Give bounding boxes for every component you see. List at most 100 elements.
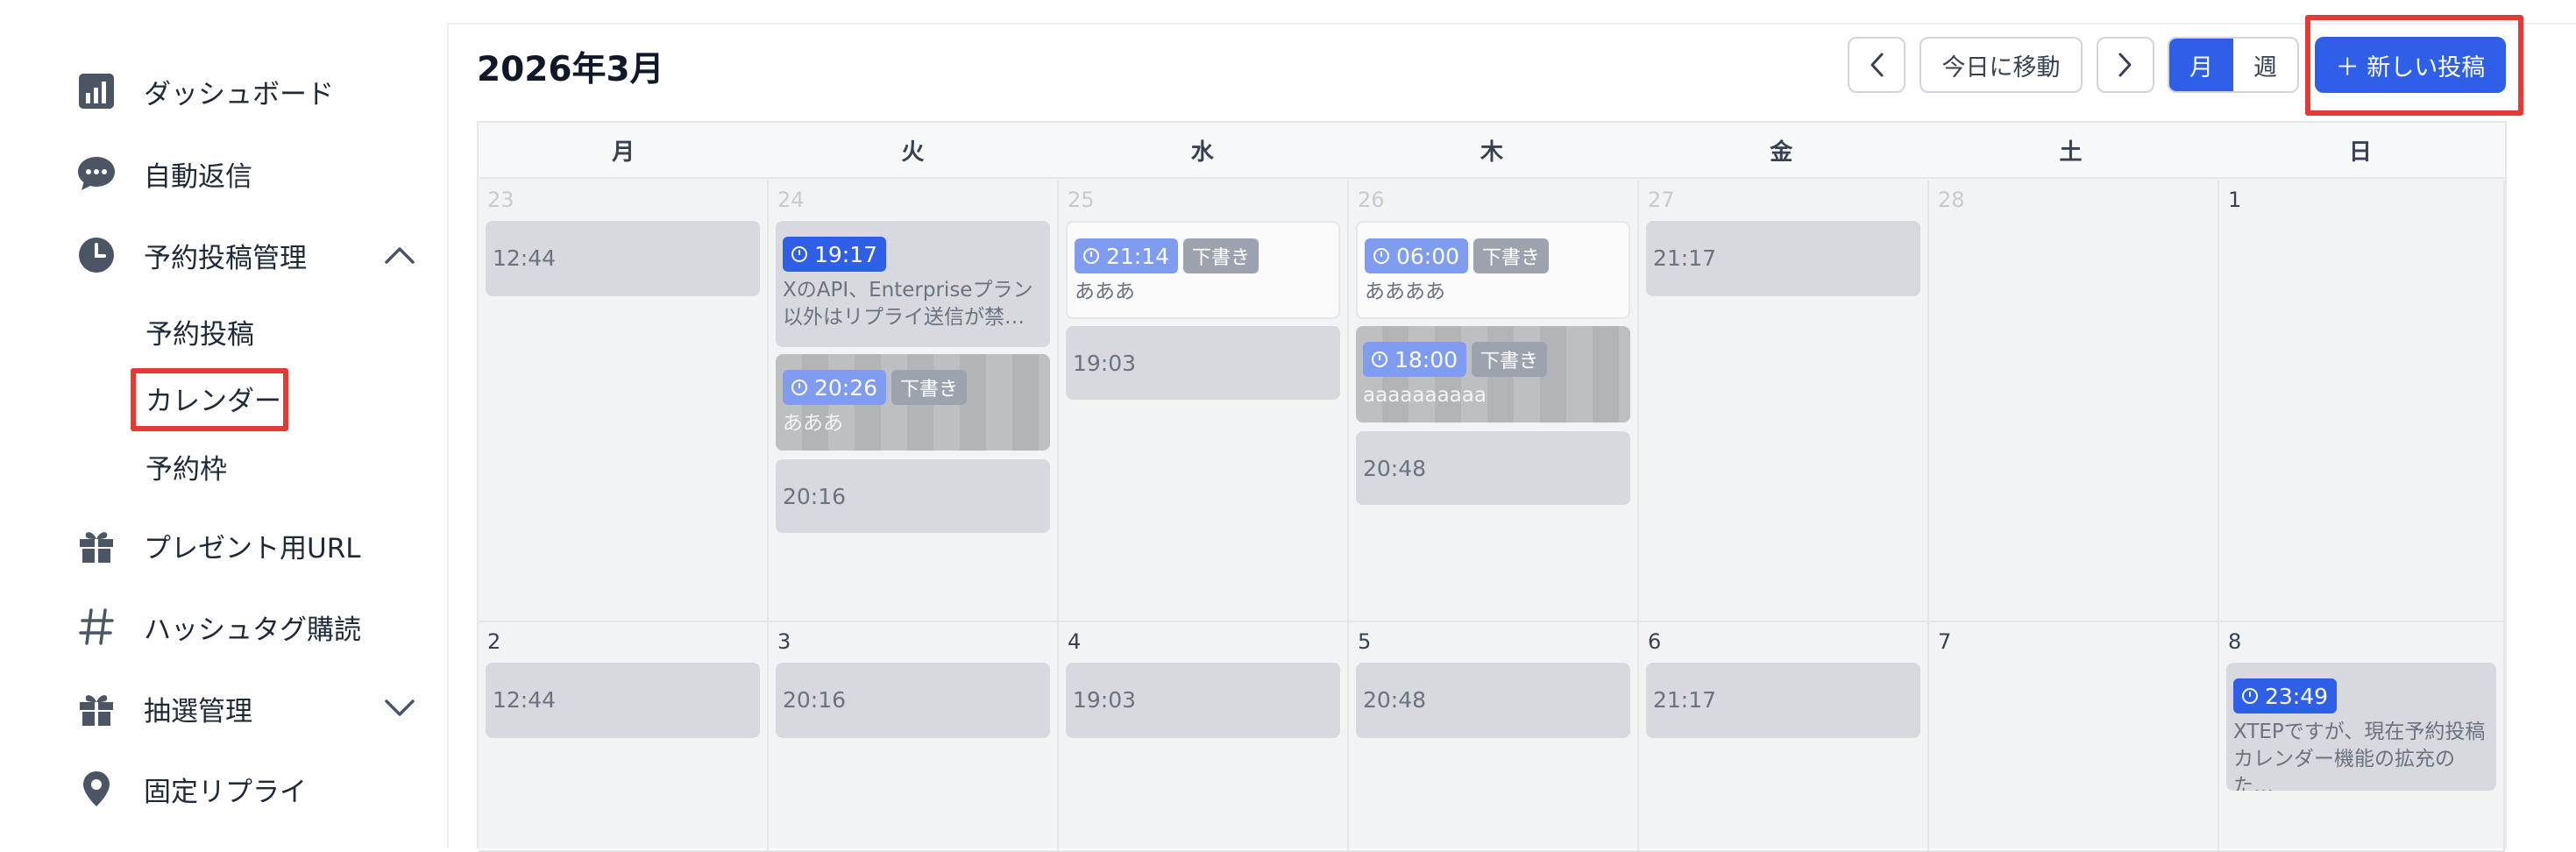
- next-month-button[interactable]: [2097, 37, 2154, 93]
- sidebar-item-lottery[interactable]: 抽選管理: [75, 684, 252, 733]
- event-text: あああ: [1075, 280, 1135, 303]
- day-cell[interactable]: 27 21:17: [1639, 181, 1929, 622]
- event-time: 20:48: [1363, 686, 1427, 713]
- event-item[interactable]: 20:48: [1356, 431, 1630, 505]
- clock-icon: [1372, 351, 1387, 367]
- location-pin-icon: [75, 768, 117, 810]
- event-time: 21:17: [1653, 245, 1717, 271]
- event-time: 20:26: [814, 374, 878, 401]
- sidebar: ダッシュボード 自動返信 予約投稿管理 予約投稿 カレンダー 予約枠 プレゼント…: [0, 0, 447, 848]
- draft-badge: 下書き: [1183, 238, 1260, 273]
- clock-icon: [1373, 248, 1389, 264]
- event-item[interactable]: 20:16: [776, 663, 1050, 738]
- bar-chart-icon: [75, 70, 117, 112]
- highlight-box-calendar: [131, 368, 288, 431]
- event-time-chip: 20:26: [783, 370, 887, 405]
- page-title: 2026年3月: [477, 50, 664, 89]
- sidebar-item-label: 自動返信: [144, 160, 252, 193]
- sidebar-subitem-schedule-slots[interactable]: 予約枠: [145, 447, 227, 486]
- event-time: 20:48: [1363, 455, 1427, 481]
- day-cell[interactable]: 28: [1929, 181, 2219, 622]
- event-time: 12:44: [493, 686, 557, 713]
- event-time: 12:44: [493, 245, 557, 271]
- day-cell[interactable]: 6 21:17: [1639, 622, 1929, 852]
- chevron-right-icon: [2118, 53, 2132, 77]
- hashtag-icon: [75, 606, 117, 648]
- day-number: 24: [777, 188, 805, 212]
- prev-month-button[interactable]: [1848, 37, 1905, 93]
- event-item[interactable]: 12:44: [486, 221, 760, 296]
- clock-icon: [791, 246, 807, 262]
- event-item[interactable]: 18:00 下書き aaaaaaaaaa: [1356, 326, 1630, 422]
- event-time: 20:16: [783, 483, 847, 509]
- sidebar-item-pinned-reply[interactable]: 固定リプライ: [75, 764, 307, 813]
- sidebar-item-label: 予約投稿管理: [144, 242, 307, 274]
- event-time-chip: 06:00: [1365, 238, 1469, 273]
- weekday-fri: 金: [1770, 138, 1793, 166]
- event-time-chip: 21:14: [1075, 238, 1179, 273]
- chevron-up-icon[interactable]: [382, 238, 417, 273]
- event-item[interactable]: 19:03: [1066, 663, 1340, 738]
- day-number: 1: [2228, 188, 2242, 212]
- event-item[interactable]: 06:00 下書き ああああ: [1356, 221, 1630, 319]
- day-cell[interactable]: 4 19:03: [1059, 622, 1349, 852]
- event-text: ああああ: [1365, 280, 1445, 303]
- event-item[interactable]: 21:14 下書き あああ: [1066, 221, 1340, 319]
- sidebar-item-scheduled-posts[interactable]: 予約投稿管理: [75, 231, 307, 280]
- day-cell[interactable]: 2 12:44: [479, 622, 769, 852]
- clock-icon: [1083, 248, 1099, 264]
- event-item[interactable]: 19:17 XのAPI、Enterpriseプラン以外はリプライ送信が禁…: [776, 221, 1050, 347]
- sidebar-item-present-url[interactable]: プレゼント用URL: [75, 521, 361, 570]
- gift-icon: [75, 524, 117, 566]
- chat-bubble-icon: [75, 153, 117, 195]
- event-item[interactable]: 23:49 XTEPですが、現在予約投稿カレンダー機能の拡充のた…: [2226, 663, 2496, 791]
- week-view-button[interactable]: 週: [2233, 39, 2297, 91]
- day-number: 3: [777, 629, 791, 654]
- day-cell[interactable]: 3 20:16: [769, 622, 1059, 852]
- sidebar-item-dashboard[interactable]: ダッシュボード: [75, 67, 334, 116]
- event-text: XのAPI、Enterpriseプラン以外はリプライ送信が禁…: [783, 279, 1033, 329]
- event-time: 19:03: [1073, 350, 1137, 376]
- event-time: 19:03: [1073, 686, 1137, 713]
- sidebar-item-auto-reply[interactable]: 自動返信: [75, 149, 252, 198]
- day-cell[interactable]: 1: [2219, 181, 2505, 622]
- event-text: XTEPですが、現在予約投稿カレンダー機能の拡充のた…: [2233, 721, 2486, 791]
- today-button[interactable]: 今日に移動: [1920, 37, 2083, 93]
- sidebar-item-label: 固定リプライ: [144, 776, 307, 808]
- event-item[interactable]: 20:16: [776, 459, 1050, 533]
- day-cell[interactable]: 8 23:49 XTEPですが、現在予約投稿カレンダー機能の拡充のた…: [2219, 622, 2505, 852]
- event-time: 20:16: [783, 686, 847, 713]
- day-cell[interactable]: 23 12:44: [479, 181, 769, 622]
- event-item[interactable]: 12:44: [486, 663, 760, 738]
- day-number: 27: [1648, 188, 1675, 212]
- chevron-down-icon[interactable]: [382, 691, 417, 726]
- month-view-button[interactable]: 月: [2169, 39, 2233, 91]
- event-item[interactable]: 20:26 下書き あああ: [776, 354, 1050, 451]
- weekday-header: 月 火 水 木 金 土 日: [479, 123, 2505, 179]
- day-number: 4: [1068, 629, 1082, 654]
- event-time-chip: 23:49: [2233, 678, 2338, 714]
- day-number: 6: [1648, 629, 1662, 654]
- day-cell[interactable]: 24 19:17 XのAPI、Enterpriseプラン以外はリプライ送信が禁……: [769, 181, 1059, 622]
- day-cell[interactable]: 25 21:14 下書き あああ 19:03: [1059, 181, 1349, 622]
- event-item[interactable]: 20:48: [1356, 663, 1630, 738]
- day-number: 5: [1358, 629, 1372, 654]
- event-item[interactable]: 19:03: [1066, 326, 1340, 400]
- day-cell[interactable]: 7: [1929, 622, 2219, 852]
- gift-icon: [75, 687, 117, 729]
- event-item[interactable]: 21:17: [1646, 663, 1920, 738]
- sidebar-subitem-scheduled-post[interactable]: 予約投稿: [145, 312, 254, 351]
- sidebar-item-hashtag[interactable]: ハッシュタグ購読: [75, 602, 361, 651]
- event-text: あああ: [783, 412, 843, 435]
- highlight-box-new-post: [2305, 15, 2523, 116]
- event-time-chip: 19:17: [783, 237, 887, 272]
- clock-icon: [2242, 688, 2258, 704]
- sidebar-item-label: ハッシュタグ購読: [144, 614, 361, 646]
- day-cell[interactable]: 26 06:00 下書き ああああ 18:00 下書き aaaaaaaaaa 20:…: [1349, 181, 1639, 622]
- day-cell[interactable]: 5 20:48: [1349, 622, 1639, 852]
- weekday-sun: 日: [2348, 138, 2372, 166]
- event-time: 19:17: [814, 241, 878, 267]
- event-item[interactable]: 21:17: [1646, 221, 1920, 296]
- clock-icon: [75, 234, 117, 276]
- day-number: 2: [487, 629, 501, 654]
